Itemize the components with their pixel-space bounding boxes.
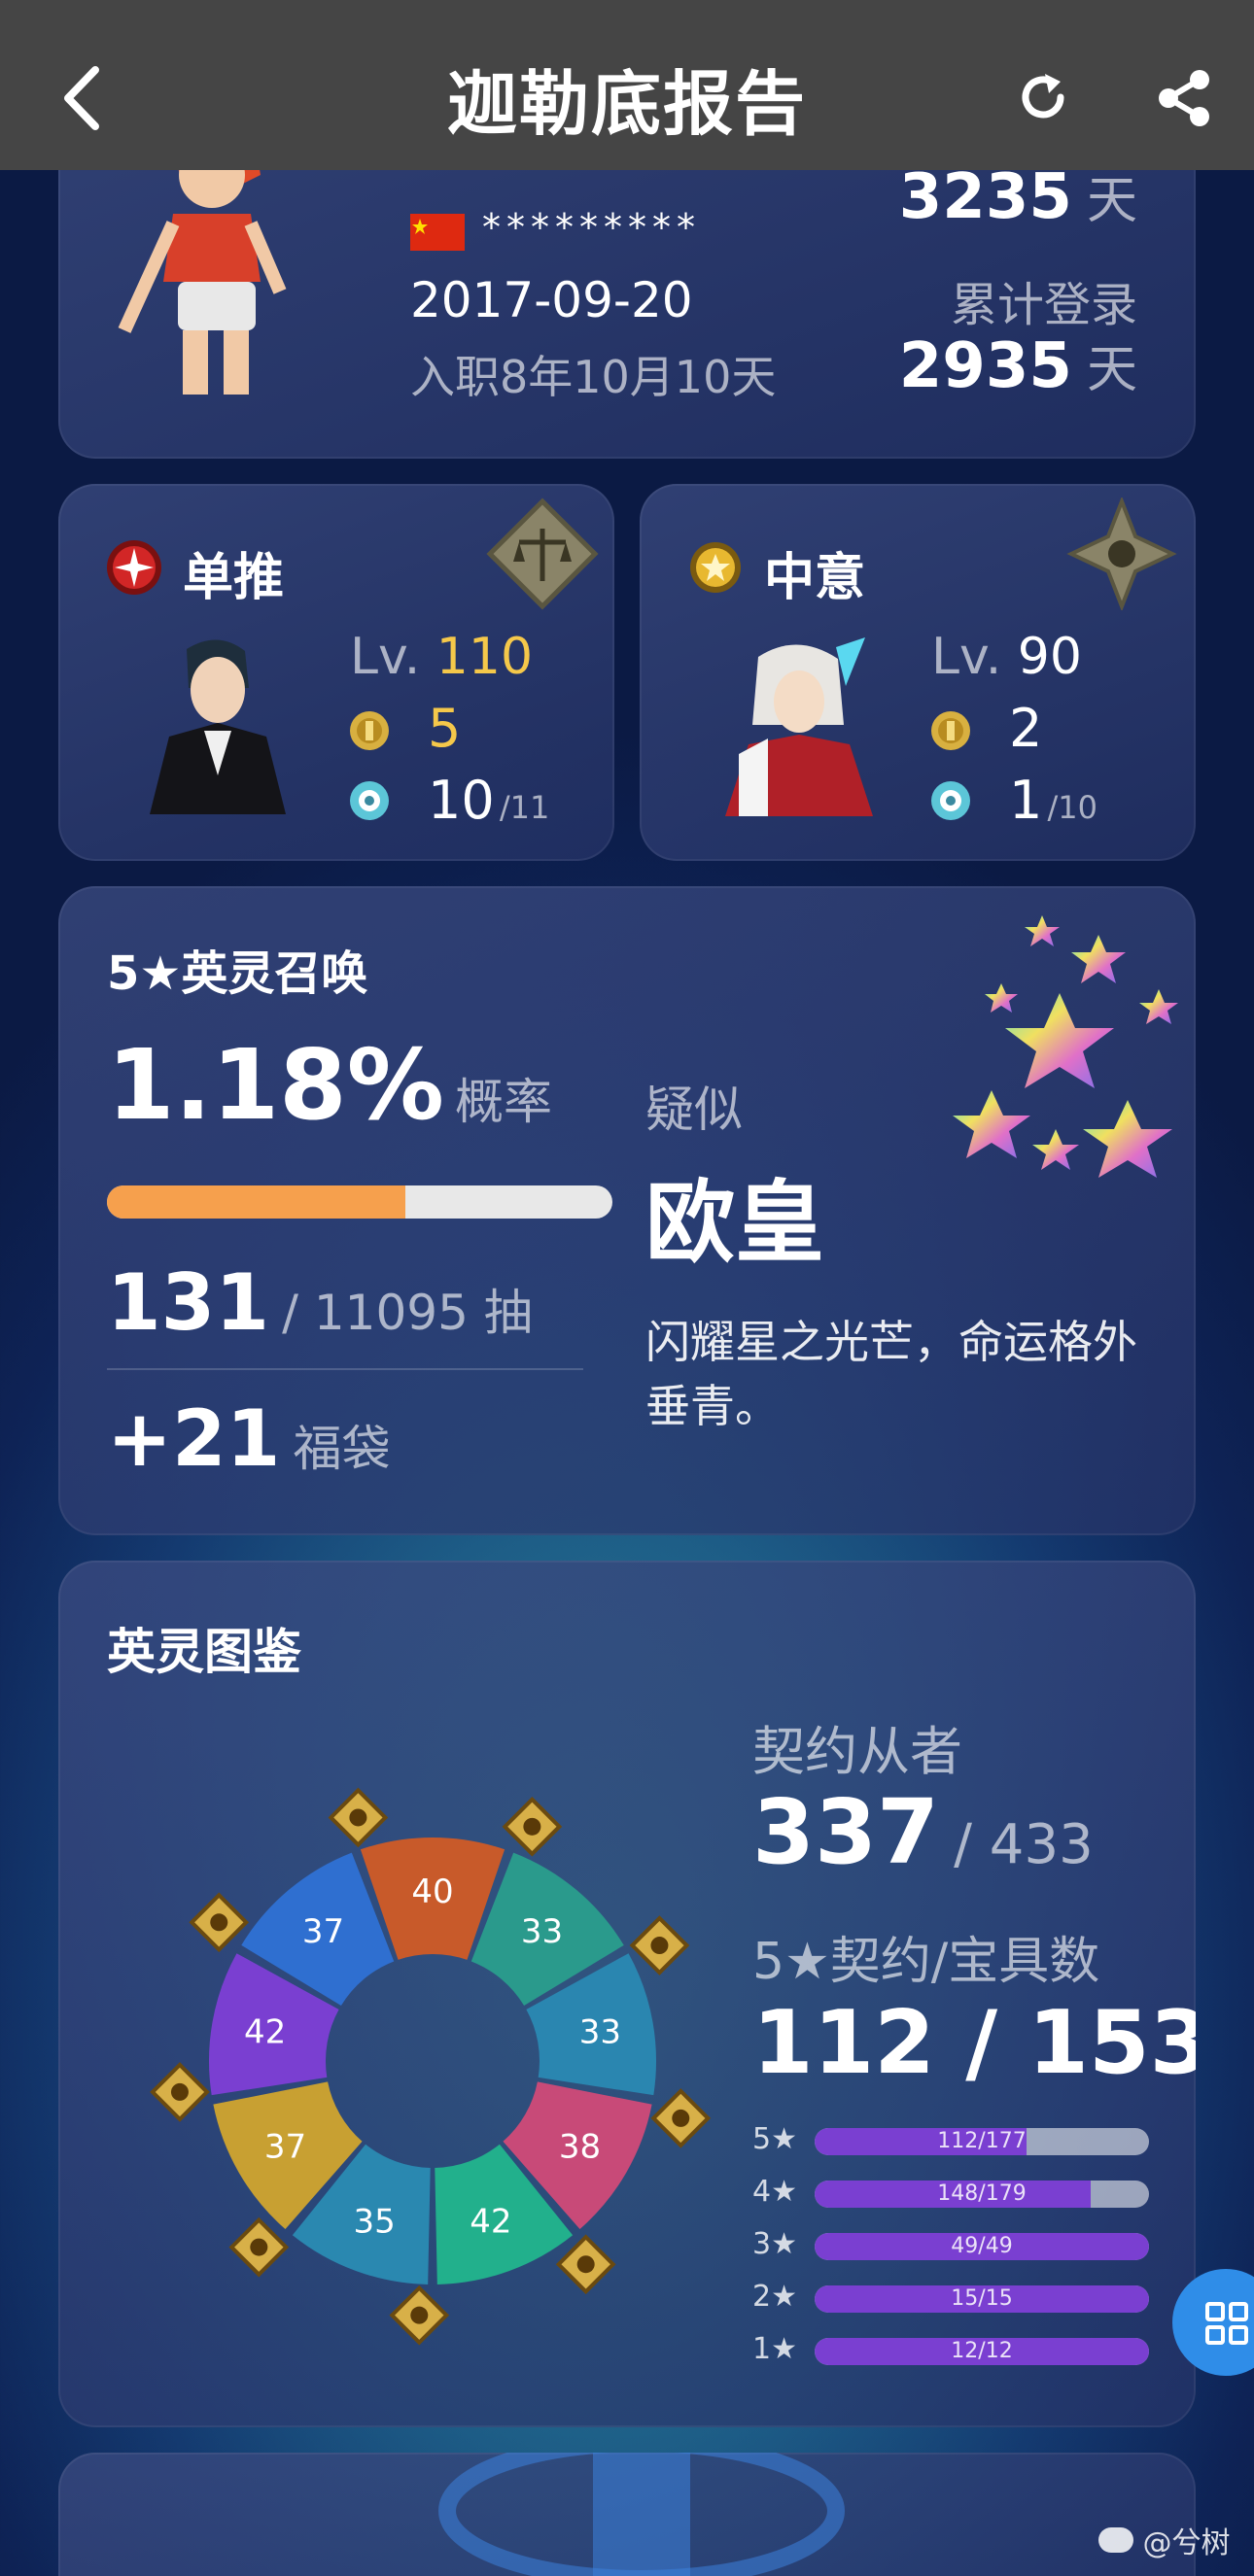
summon-title: 5★英灵召唤 [107, 946, 368, 1001]
class-wheel: 40 33 33 38 42 35 37 42 37 [150, 1787, 712, 2346]
collection-title: 英灵图鉴 [107, 1624, 301, 1680]
rarity-bar: 15/15 [815, 2285, 1149, 2313]
single-push-skills: 10 /11 [428, 770, 550, 831]
single-push-level: Lv. 110 [350, 628, 534, 686]
crimson-burst-icon [107, 540, 161, 595]
np-label: 5★契约/宝具数 [752, 1933, 1100, 1991]
rainbow-stars-icon [953, 915, 1178, 1178]
tenure-text: 入职8年10月10天 [410, 351, 777, 403]
rarity-bar-text: 148/179 [937, 2181, 1027, 2206]
summon-rate: 1.18% 概率 [107, 1028, 553, 1142]
favored-card[interactable]: 中意 Lv. 90 2 1 /10 [640, 484, 1196, 861]
verdict-label: 疑似 [645, 1082, 743, 1138]
wheel-value-avenger: 37 [302, 1912, 344, 1951]
collection-card: 英灵图鉴 40 33 33 38 42 35 37 42 37 契约从者 337 / 433 5… [58, 1561, 1196, 2427]
rarity-bar-text: 49/49 [951, 2234, 1013, 2258]
shielder-class-icon [486, 498, 599, 610]
chaldea-emblem-icon [438, 2453, 845, 2576]
lucky-bags: +21 福袋 [107, 1393, 391, 1484]
np-count: 112 / 153 [752, 1992, 1196, 2094]
skill-gem-icon [350, 781, 389, 820]
lancer-class-icon [629, 1915, 690, 1975]
favored-skills: 1 /10 [1009, 770, 1097, 831]
favored-level: Lv. 90 [931, 628, 1082, 686]
rarity-bar: 49/49 [815, 2233, 1149, 2260]
single-push-title: 单推 [183, 549, 285, 607]
wheel-value-caster: 42 [470, 2202, 511, 2241]
single-push-coins: 5 [428, 698, 462, 759]
summon-card: 5★英灵召唤 1.18% 概率 131 / 11095 抽 +21 福袋 疑似 … [58, 886, 1196, 1535]
verdict-description: 闪耀星之光芒，命运格外垂青。 [645, 1316, 1137, 1432]
rarity-bar: 148/179 [815, 2181, 1149, 2208]
berserker-class-icon [228, 2216, 290, 2278]
single-push-card[interactable]: 单推 Lv. 110 5 10 /11 [58, 484, 614, 861]
contract-count: 337 / 433 [752, 1780, 1094, 1884]
wheel-value-archer: 33 [521, 1912, 563, 1951]
wheel-value-berserker: 37 [264, 2128, 306, 2167]
ruler-class-icon [150, 2062, 210, 2122]
login-label: 累计登录 [950, 278, 1137, 332]
join-date: 2017-09-20 [410, 272, 693, 328]
rarity-label: 5★ [752, 2122, 797, 2156]
caster-class-icon [555, 2234, 616, 2295]
gold-star-badge-icon [690, 542, 741, 593]
rarity-label: 3★ [752, 2227, 797, 2261]
gold-coin-icon [350, 711, 389, 750]
summon-rate-bar [107, 1185, 612, 1219]
rarity-label: 2★ [752, 2280, 797, 2314]
avenger-class-icon [189, 1892, 250, 1953]
weibo-icon [1098, 2527, 1133, 2553]
alter-ego-class-icon [1066, 498, 1177, 610]
days-total: 3235 天 [898, 161, 1137, 233]
wheel-value-rider: 38 [559, 2128, 601, 2167]
saber-class-icon [328, 1787, 389, 1848]
wheel-value-lancer: 33 [579, 2013, 621, 2052]
top-bar: 迦勒底报告 [0, 0, 1254, 170]
wheel-value-saber: 40 [411, 1872, 453, 1911]
login-days: 2935 天 [898, 330, 1137, 402]
archer-class-icon [502, 1796, 563, 1857]
china-flag-icon [410, 214, 465, 251]
grid-icon [1205, 2302, 1248, 2345]
gold-coin-icon [931, 711, 970, 750]
next-card [58, 2453, 1196, 2576]
refresh-icon[interactable] [1016, 70, 1070, 124]
favored-title: 中意 [764, 549, 866, 607]
rarity-bar-text: 12/12 [951, 2339, 1013, 2363]
rarity-label: 1★ [752, 2332, 797, 2366]
rarity-label: 4★ [752, 2175, 797, 2209]
watermark: @兮树 [1098, 2519, 1231, 2561]
wheel-value-assassin: 35 [354, 2202, 396, 2241]
summon-count: 131 / 11095 抽 [107, 1257, 533, 1348]
contract-label: 契约从者 [752, 1721, 962, 1782]
share-icon[interactable] [1155, 68, 1213, 128]
skill-gem-icon [931, 781, 970, 820]
rider-class-icon [650, 2088, 712, 2148]
summon-rate-bar-fill [107, 1185, 405, 1219]
verdict: 欧皇 [645, 1171, 825, 1275]
rarity-bar: 112/177 [815, 2128, 1149, 2155]
rarity-bar: 12/12 [815, 2338, 1149, 2365]
servant-portrait-favored [725, 637, 873, 816]
username: ********* [482, 206, 701, 249]
servant-portrait-single [150, 639, 286, 814]
rarity-bar-text: 112/177 [937, 2129, 1027, 2153]
summon-divider [107, 1368, 583, 1370]
wheel-value-ruler: 42 [244, 2013, 286, 2052]
assassin-class-icon [389, 2284, 450, 2346]
favored-coins: 2 [1009, 698, 1043, 759]
rarity-bar-text: 15/15 [951, 2286, 1013, 2311]
